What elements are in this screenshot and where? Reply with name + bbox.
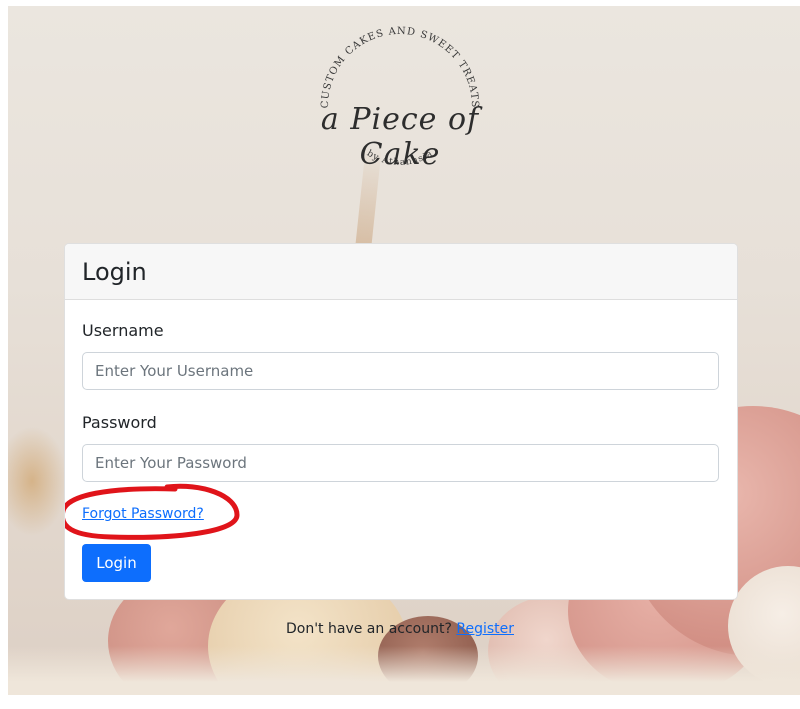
register-prompt: Don't have an account? Register bbox=[0, 621, 800, 637]
forgot-password-link[interactable]: Forgot Password? bbox=[82, 506, 204, 522]
logo-tagline: CUSTOM CAKES AND SWEET TREATS bbox=[320, 26, 480, 109]
login-title: Login bbox=[82, 257, 147, 286]
login-card-header: Login bbox=[65, 244, 737, 300]
decor-cloth bbox=[8, 646, 800, 695]
register-link[interactable]: Register bbox=[456, 621, 514, 637]
password-input[interactable]: Enter Your Password bbox=[82, 444, 719, 482]
password-label: Password bbox=[82, 413, 157, 432]
login-button[interactable]: Login bbox=[82, 544, 151, 582]
decor-grass bbox=[8, 426, 68, 536]
logo-wordmark: a Piece of Cake bbox=[320, 102, 480, 172]
username-label: Username bbox=[82, 321, 164, 340]
register-prompt-text: Don't have an account? bbox=[285, 621, 452, 637]
username-input[interactable]: Enter Your Username bbox=[82, 352, 719, 390]
brand-logo: CUSTOM CAKES AND SWEET TREATS by Athanas… bbox=[290, 18, 510, 188]
login-card: Login Username Enter Your Username Passw… bbox=[64, 243, 738, 600]
